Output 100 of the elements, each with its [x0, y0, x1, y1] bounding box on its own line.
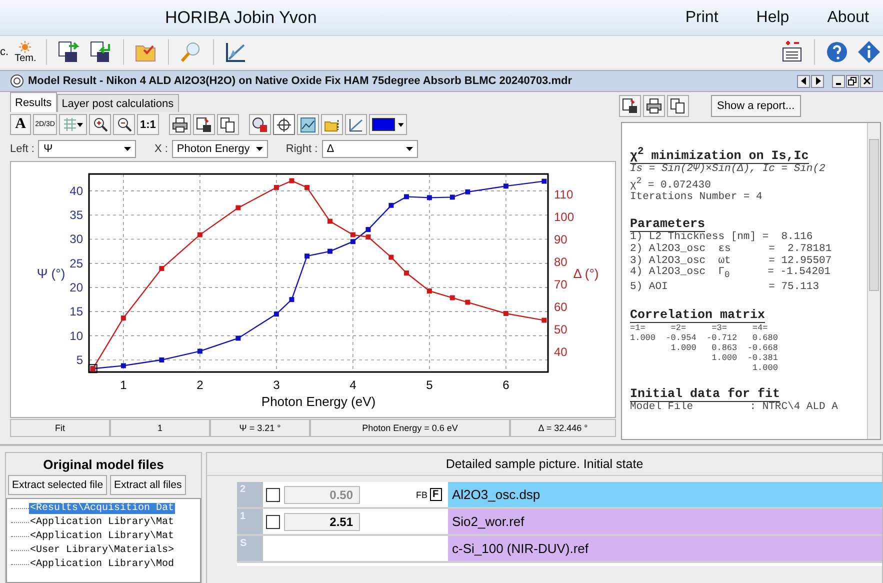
y-tick-label: 5 — [76, 352, 83, 367]
tab[interactable]: Layer post calculations — [56, 94, 179, 112]
status-cell: Δ = 32.446 ° — [510, 419, 616, 437]
layer-material[interactable]: Sio2_wor.ref — [448, 509, 882, 534]
export-button[interactable] — [619, 95, 641, 117]
point — [197, 232, 202, 238]
crosshair-button[interactable] — [272, 114, 295, 135]
save-button[interactable] — [192, 114, 215, 135]
actual-size-button[interactable]: 1:1 — [137, 114, 159, 135]
status-cell: 1 — [110, 419, 210, 437]
point — [426, 195, 432, 200]
y-tick-label: 90 — [554, 232, 568, 246]
report-line: 4) Al2O3_osc Γ$_{0}$ = -1.54201 — [630, 267, 832, 281]
sun-icon — [19, 40, 32, 52]
report-line: 1.000 -0.381 — [710, 352, 779, 362]
point — [289, 297, 294, 302]
print-button[interactable] — [168, 114, 191, 135]
previous-button[interactable] — [797, 74, 810, 88]
tree-item[interactable]: <Application Library\Mat — [29, 516, 176, 528]
point — [327, 218, 332, 224]
extract-button[interactable]: Extract all files — [110, 475, 186, 495]
info-icon[interactable] — [857, 40, 881, 64]
close-button[interactable] — [860, 74, 873, 88]
zoom-out-button[interactable] — [113, 114, 135, 135]
zoom-in-button[interactable] — [89, 114, 111, 135]
tab[interactable]: Results — [10, 92, 57, 112]
y-axis-title: Ψ (°) — [36, 266, 66, 281]
panel-title: Original model files — [42, 456, 165, 474]
caret-icon — [124, 147, 132, 151]
point — [304, 185, 310, 190]
y-tick-label: 35 — [70, 208, 83, 222]
x-axis-title: Photon Energy (eV) — [261, 394, 376, 409]
y-tick-label: 30 — [70, 232, 83, 246]
point — [388, 202, 394, 208]
grid-button[interactable] — [59, 114, 87, 135]
print-button[interactable] — [643, 95, 665, 117]
y-tick-label: 15 — [70, 304, 83, 319]
color-picker[interactable] — [368, 114, 407, 135]
axis-dropdown[interactable]: Ψ — [38, 140, 136, 158]
point — [159, 266, 164, 271]
menu-item[interactable]: Help — [718, 8, 790, 26]
report-line: Iterations Number = 4 — [630, 192, 764, 204]
status-cell: Photon Energy = 0.6 eV — [310, 419, 510, 437]
y-tick-label: 60 — [554, 300, 568, 314]
report-line: =1= =2= =3= =4= — [630, 322, 769, 332]
report-line: 1.000 -0.954 -0.712 0.680 — [630, 332, 779, 342]
minimize-button[interactable] — [832, 74, 845, 88]
point — [159, 357, 164, 362]
scrollbar[interactable] — [867, 123, 880, 439]
tree-item[interactable]: <Application Library\Mod — [29, 558, 176, 570]
point — [450, 295, 455, 300]
x-tick-label: 4 — [350, 378, 356, 392]
calculator-icon[interactable] — [780, 40, 804, 64]
point — [197, 348, 202, 354]
point — [350, 239, 356, 244]
y-tick-label: 40 — [554, 344, 568, 359]
layer-tag: FB — [416, 490, 428, 500]
report-line: Is = Sin(2Ψ)×Sin(Δ), Ic = Sin(2 — [630, 164, 826, 176]
checkbox[interactable] — [266, 514, 280, 528]
chart-edit-button[interactable] — [344, 114, 367, 135]
report-line: 1.000 — [751, 362, 779, 372]
tree-item[interactable]: <Results\Acquisition Dat — [29, 502, 176, 514]
next-button[interactable] — [811, 74, 824, 88]
tree-item[interactable]: <User Library\Materials> — [29, 544, 176, 556]
y-tick-label: 70 — [554, 277, 568, 292]
font-button[interactable]: A — [10, 114, 31, 135]
template-button[interactable]: Tem. — [12, 40, 38, 64]
selector-label: Right : — [286, 143, 318, 155]
report-line: 3) Al2O3_osc ωt = 12.95507 — [630, 256, 833, 267]
copy-button[interactable] — [667, 95, 689, 117]
tree-item[interactable]: <Application Library\Mat — [29, 530, 176, 542]
point — [503, 311, 508, 316]
export-button[interactable] — [248, 114, 271, 135]
thickness-field[interactable]: 2.51 — [284, 512, 360, 530]
caret-icon — [256, 147, 263, 151]
axis-dropdown[interactable]: Δ — [322, 140, 418, 158]
layer-material[interactable]: c-Si_100 (NIR-DUV).ref — [448, 536, 882, 561]
status-cell: Fit — [10, 419, 110, 437]
point — [465, 300, 470, 305]
report-line: 5) AOI = 75.113 — [630, 282, 820, 294]
point — [236, 336, 241, 341]
chart-button[interactable] — [296, 114, 319, 135]
load-icon[interactable] — [57, 40, 82, 64]
layer-flag: F — [430, 488, 442, 501]
help-icon[interactable] — [825, 40, 849, 64]
app-icon — [10, 74, 24, 88]
x-tick-label: 3 — [273, 378, 280, 392]
extract-button[interactable]: Extract selected file — [8, 475, 108, 495]
restore-button[interactable] — [846, 74, 859, 88]
point — [404, 194, 409, 200]
menu-item[interactable]: About — [789, 8, 869, 26]
copy-button[interactable] — [216, 114, 239, 135]
show-report-button[interactable]: Show a report... — [711, 95, 801, 117]
menu-item[interactable]: Print — [647, 8, 718, 26]
report-line: Model File : NTRC\4 ALD A — [630, 402, 839, 414]
y-tick-label: 20 — [70, 280, 83, 294]
axis-dropdown[interactable]: Photon Energy — [172, 140, 268, 158]
restore-icon — [848, 76, 857, 86]
report-heading: Correlation matrix — [630, 308, 766, 322]
close-icon — [862, 77, 870, 85]
